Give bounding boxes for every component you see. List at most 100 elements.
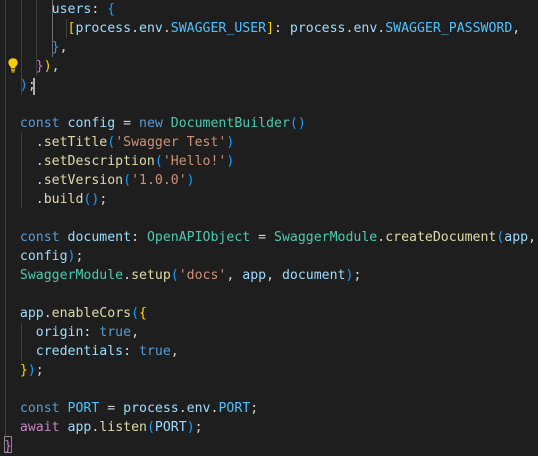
code-token: )	[186, 420, 195, 435]
code-token: :	[123, 344, 139, 359]
code-token: setDescription	[43, 154, 155, 169]
code-token: PORT	[154, 420, 187, 435]
code-line[interactable]: origin: true,	[4, 323, 139, 342]
code-token: await	[19, 420, 60, 435]
code-token: listen	[99, 420, 147, 435]
code-line[interactable]: users: {	[4, 0, 116, 19]
code-token: ;	[250, 401, 259, 416]
code-token: (	[107, 135, 116, 150]
code-token: OpenAPIObject	[146, 230, 251, 245]
code-token: '1.0.0'	[131, 173, 187, 188]
code-token: process	[123, 401, 179, 416]
code-token: createDocument	[385, 230, 497, 245]
code-line[interactable]: }),	[4, 57, 60, 76]
code-token: ;	[35, 363, 44, 378]
code-line[interactable]: );	[4, 76, 36, 95]
code-token: .	[162, 21, 171, 36]
code-token: DocumentBuilder	[170, 116, 290, 131]
code-token: {	[107, 2, 116, 17]
code-token: )	[297, 116, 306, 131]
code-token: ,	[131, 325, 140, 340]
code-token: )	[226, 154, 235, 169]
code-line[interactable]: });	[4, 361, 44, 380]
code-token: ;	[194, 420, 203, 435]
code-token: app	[504, 230, 529, 245]
code-token: ;	[353, 268, 362, 283]
code-token: :	[83, 325, 100, 340]
code-line[interactable]: credentials: true,	[4, 342, 179, 361]
code-token: (	[123, 173, 132, 188]
code-line[interactable]: app.enableCors({	[4, 304, 147, 323]
code-line[interactable]: },	[4, 38, 68, 57]
code-token: )	[226, 135, 235, 150]
code-token: env	[353, 21, 378, 36]
code-token: :	[131, 230, 147, 245]
code-token: 'Hello!'	[162, 154, 227, 169]
code-token: (	[154, 154, 163, 169]
code-token: ;	[99, 192, 108, 207]
code-token: SwaggerModule	[274, 230, 378, 245]
code-token: (	[131, 306, 140, 321]
code-token: }	[51, 40, 60, 55]
code-line[interactable]: await app.listen(PORT);	[4, 418, 203, 437]
code-token: const	[19, 116, 60, 131]
code-line[interactable]: .setVersion('1.0.0')	[4, 171, 195, 190]
code-token: const	[19, 401, 60, 416]
code-token: 'docs'	[178, 268, 227, 283]
code-token: SWAGGER_USER	[170, 21, 267, 36]
code-line[interactable]: .setTitle('Swagger Test')	[4, 133, 235, 152]
code-line[interactable]: const document: OpenAPIObject = SwaggerM…	[4, 228, 536, 247]
code-editor[interactable]: users: { [process.env.SWAGGER_USER]: pro…	[0, 0, 538, 455]
code-line[interactable]: config);	[4, 247, 84, 266]
code-token: ,	[226, 268, 243, 283]
code-line[interactable]: .setDescription('Hello!')	[4, 152, 235, 171]
code-token: ;	[75, 249, 84, 264]
code-line[interactable]: .build();	[4, 190, 108, 209]
code-token: )	[186, 173, 195, 188]
code-token: ,	[528, 230, 537, 245]
code-token: }	[19, 363, 28, 378]
code-token: ,	[170, 344, 179, 359]
code-token: app	[67, 420, 92, 435]
code-token: .	[131, 21, 140, 36]
code-token: true	[99, 325, 132, 340]
code-token: SWAGGER_PASSWORD	[385, 21, 513, 36]
code-token: )	[27, 363, 36, 378]
code-token: =	[99, 401, 124, 416]
code-line[interactable]: }	[4, 437, 12, 456]
code-line[interactable]: const PORT = process.env.PORT;	[4, 399, 258, 418]
code-token: ,	[51, 59, 60, 74]
code-token: credentials	[35, 344, 124, 359]
code-token: document	[281, 268, 346, 283]
code-token: config	[19, 249, 68, 264]
code-token: process	[75, 21, 132, 36]
code-line[interactable]: SwaggerModule.setup('docs', app, documen…	[4, 266, 362, 285]
code-token: ,	[59, 40, 68, 55]
code-token: 'Swagger Test'	[115, 135, 227, 150]
code-line[interactable]: [process.env.SWAGGER_USER]: process.env.…	[4, 19, 521, 38]
code-token: }	[35, 59, 44, 74]
code-token: users	[51, 2, 92, 17]
code-token: )	[43, 59, 52, 74]
code-token: =	[250, 230, 275, 245]
code-token: (	[289, 116, 298, 131]
code-token: }	[4, 439, 12, 454]
code-line[interactable]: const config = new DocumentBuilder()	[4, 114, 306, 133]
code-token: app	[242, 268, 267, 283]
code-token: env	[186, 401, 211, 416]
code-token: .	[35, 135, 44, 150]
